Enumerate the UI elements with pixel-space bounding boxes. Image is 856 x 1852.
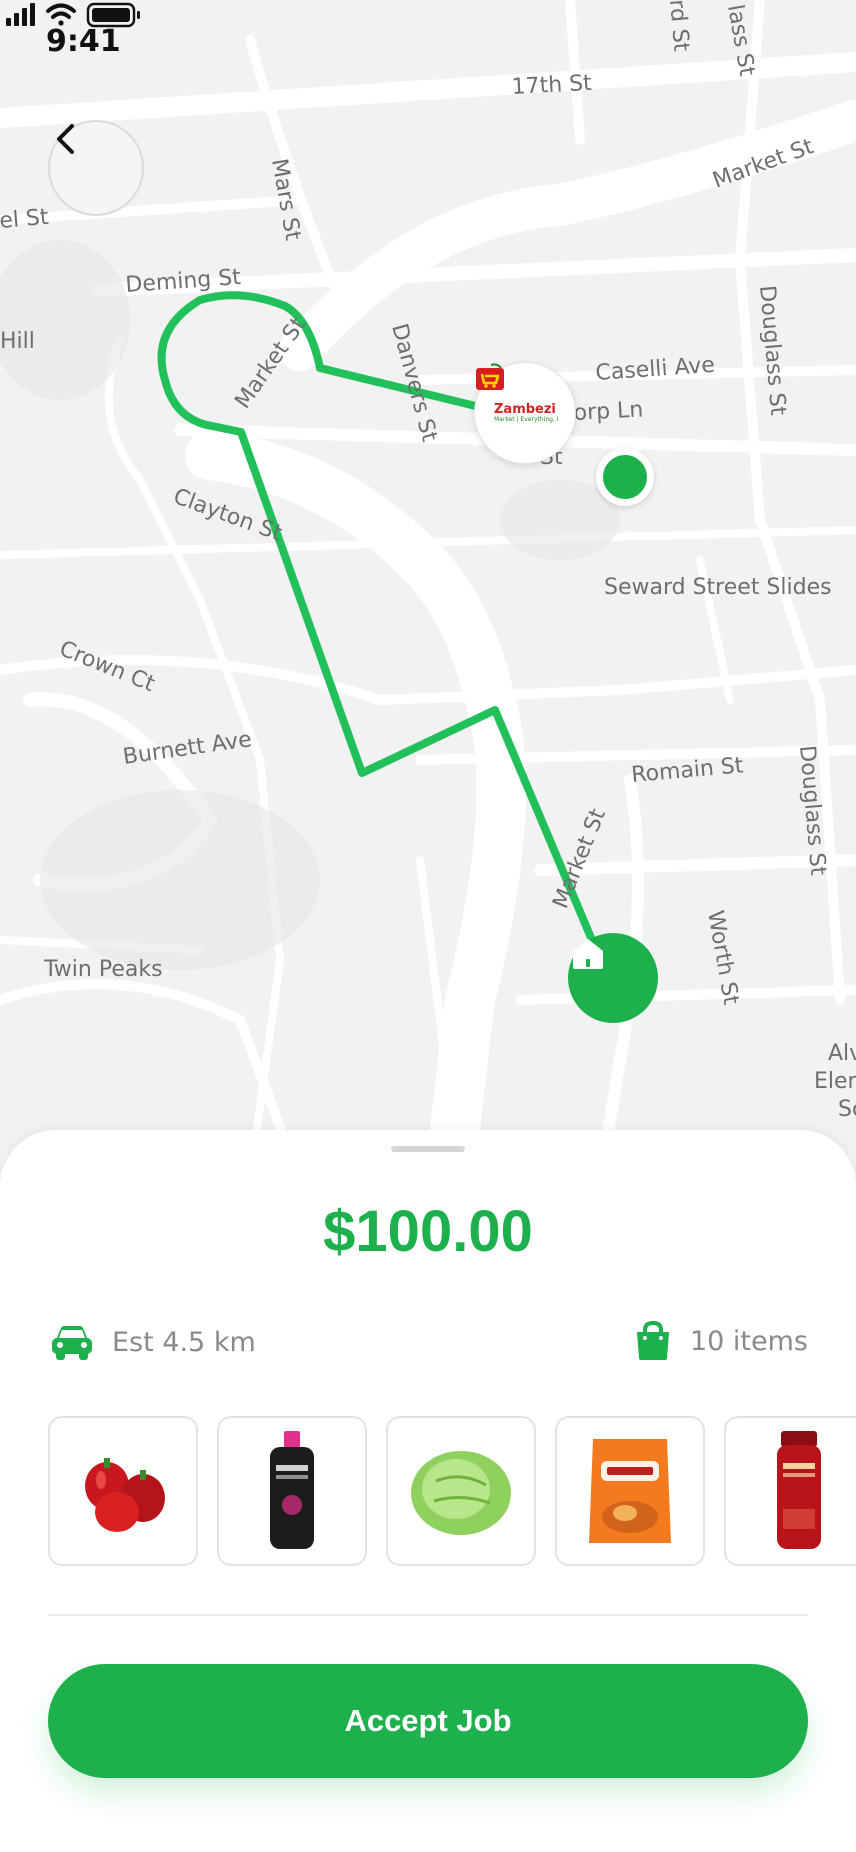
distance-text: Est 4.5 km	[112, 1326, 256, 1358]
product-thumb-lettuce[interactable]	[386, 1416, 536, 1566]
shopping-cart-icon	[476, 363, 504, 390]
product-thumb-elvive-shampoo[interactable]	[724, 1416, 856, 1566]
shampoo-bottle-icon	[270, 1431, 314, 1549]
street-label: Caselli Ave	[595, 353, 716, 386]
job-price: $100.00	[323, 1199, 533, 1264]
street-label: Elen	[814, 1069, 856, 1094]
sheet-grabber[interactable]	[391, 1146, 465, 1152]
shopping-bag-icon	[636, 1320, 669, 1360]
street-label: el St	[0, 205, 50, 234]
lettuce-icon	[411, 1451, 511, 1535]
product-thumbnails[interactable]	[48, 1416, 856, 1570]
battery-icon	[86, 2, 140, 28]
accept-job-button[interactable]: Accept Job	[48, 1664, 808, 1778]
street-label: Sc	[838, 1097, 856, 1122]
store-logo: Zambezi Market | Everything, Every time	[476, 363, 558, 423]
job-details-sheet: $100.00 Est 4.5 km 10 items Accept Job	[0, 1130, 856, 1852]
status-icons	[6, 2, 140, 28]
street-label: 17th St	[511, 71, 593, 100]
street-label: rd St	[664, 0, 693, 53]
back-button[interactable]	[48, 120, 144, 216]
store-tagline: Market | Everything, Every time	[494, 416, 558, 423]
shampoo-bottle-icon	[777, 1431, 821, 1549]
street-label: Douglass St	[754, 284, 790, 416]
wifi-icon	[46, 3, 76, 26]
divider	[48, 1614, 808, 1616]
street-label: Alv	[828, 1041, 856, 1066]
current-location-marker	[596, 448, 654, 506]
items-info: 10 items	[634, 1320, 808, 1362]
cellular-signal-icon	[6, 3, 35, 26]
distance-info: Est 4.5 km	[50, 1322, 256, 1362]
items-count-text: 10 items	[689, 1325, 808, 1357]
red-bell-pepper-icon	[85, 1458, 165, 1532]
store-marker[interactable]: Zambezi Market | Everything, Every time	[474, 362, 576, 464]
home-icon	[573, 939, 603, 969]
street-label: orp Ln	[573, 397, 644, 426]
product-thumb-kurleez-chips[interactable]	[555, 1416, 705, 1566]
product-thumb-elseve-shampoo[interactable]	[217, 1416, 367, 1566]
map-view[interactable]: 17th St Market St lass St rd St el St Ma…	[0, 0, 856, 1180]
street-label: Hill	[0, 329, 35, 354]
store-name: Zambezi	[494, 402, 556, 417]
street-label: Seward Street Slides	[604, 575, 832, 600]
street-label: Twin Peaks	[43, 957, 163, 982]
destination-marker[interactable]	[568, 933, 658, 1023]
chips-bag-icon	[589, 1439, 671, 1543]
product-thumb-peppers[interactable]	[48, 1416, 198, 1566]
chevron-left-icon	[57, 124, 74, 154]
car-icon	[52, 1326, 92, 1360]
